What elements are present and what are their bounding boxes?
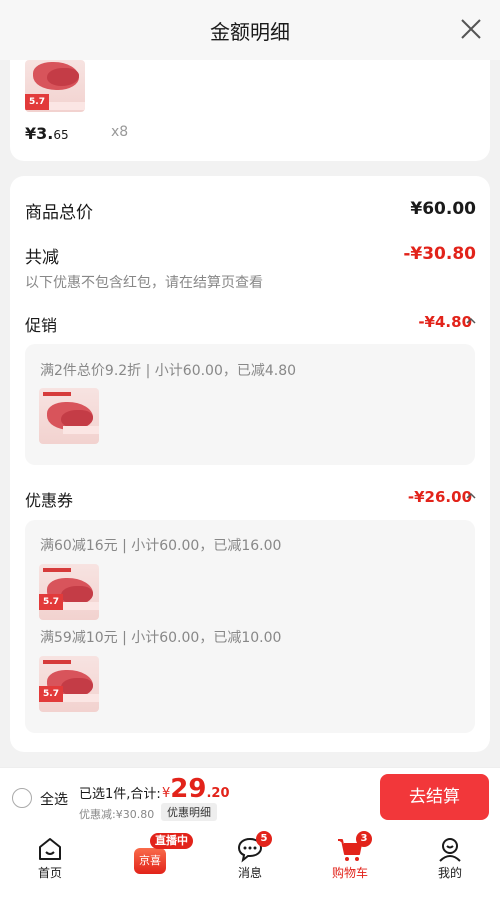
product-price: ¥3.65 xyxy=(25,124,69,143)
select-all-radio[interactable] xyxy=(12,788,32,808)
nav-label-home: 首页 xyxy=(37,866,62,880)
promotion-value[interactable]: -¥4.80 xyxy=(418,313,472,331)
thumb-price-tag: 5.7 xyxy=(39,686,63,702)
nav-label-cart: 购物车 xyxy=(331,866,368,880)
promotion-product-thumbnail[interactable] xyxy=(39,388,99,444)
thumb-price-tag: 5.7 xyxy=(25,94,49,110)
modal-header: 金额明细 xyxy=(0,0,500,60)
total-price: ¥29.20 xyxy=(162,774,230,804)
product-thumbnail[interactable]: 5.7 xyxy=(25,60,85,112)
selected-summary: 已选1件,合计: xyxy=(79,787,161,802)
coupon-rule: 满60减16元 | 小计60.00，已减16.00 xyxy=(40,538,282,554)
modal-title: 金额明细 xyxy=(210,20,290,44)
select-all-label[interactable]: 全选 xyxy=(40,789,68,809)
promotion-label: 促销 xyxy=(25,316,58,335)
discount-note: 以下优惠不包含红包，请在结算页查看 xyxy=(25,275,263,291)
chevron-up-icon[interactable] xyxy=(466,491,476,501)
coupon-value[interactable]: -¥26.00 xyxy=(408,488,472,506)
coupon-label: 优惠券 xyxy=(25,491,74,510)
home-icon xyxy=(39,838,61,860)
messages-badge: 5 xyxy=(256,831,272,847)
checkout-button[interactable]: 去结算 xyxy=(380,774,489,820)
coupon-product-thumbnail[interactable]: 5.7 xyxy=(39,656,99,712)
thumb-price-tag: 5.7 xyxy=(39,594,63,610)
live-badge: 直播中 xyxy=(150,833,193,849)
reduce-label: 共减 xyxy=(25,248,59,268)
coupon-rule: 满59减10元 | 小计60.00，已减10.00 xyxy=(40,630,282,646)
nav-label-mine: 我的 xyxy=(437,866,462,880)
cart-badge: 3 xyxy=(356,831,372,847)
nav-item-home[interactable]: 首页 xyxy=(0,831,100,887)
nav-item-messages[interactable]: 消息 xyxy=(200,831,300,887)
product-quantity: x8 xyxy=(111,124,129,140)
nav-item-mine[interactable]: 我的 xyxy=(400,831,500,887)
total-label: 商品总价 xyxy=(25,203,93,223)
user-icon xyxy=(439,838,461,862)
promotion-rule: 满2件总价9.2折 | 小计60.00，已减4.80 xyxy=(40,363,297,379)
nav-item-cart[interactable]: 购物车 xyxy=(300,831,400,887)
total-value: ¥60.00 xyxy=(410,199,476,219)
nav-label-messages: 消息 xyxy=(237,866,262,880)
discount-text: 优惠减:¥30.80 xyxy=(79,808,155,821)
reduce-value: -¥30.80 xyxy=(403,244,476,264)
close-icon[interactable] xyxy=(458,16,484,42)
discount-detail-button[interactable]: 优惠明细 xyxy=(161,803,217,821)
chevron-up-icon[interactable] xyxy=(466,316,476,326)
jingxi-icon[interactable]: 京喜 xyxy=(134,848,166,874)
coupon-product-thumbnail[interactable]: 5.7 xyxy=(39,564,99,620)
